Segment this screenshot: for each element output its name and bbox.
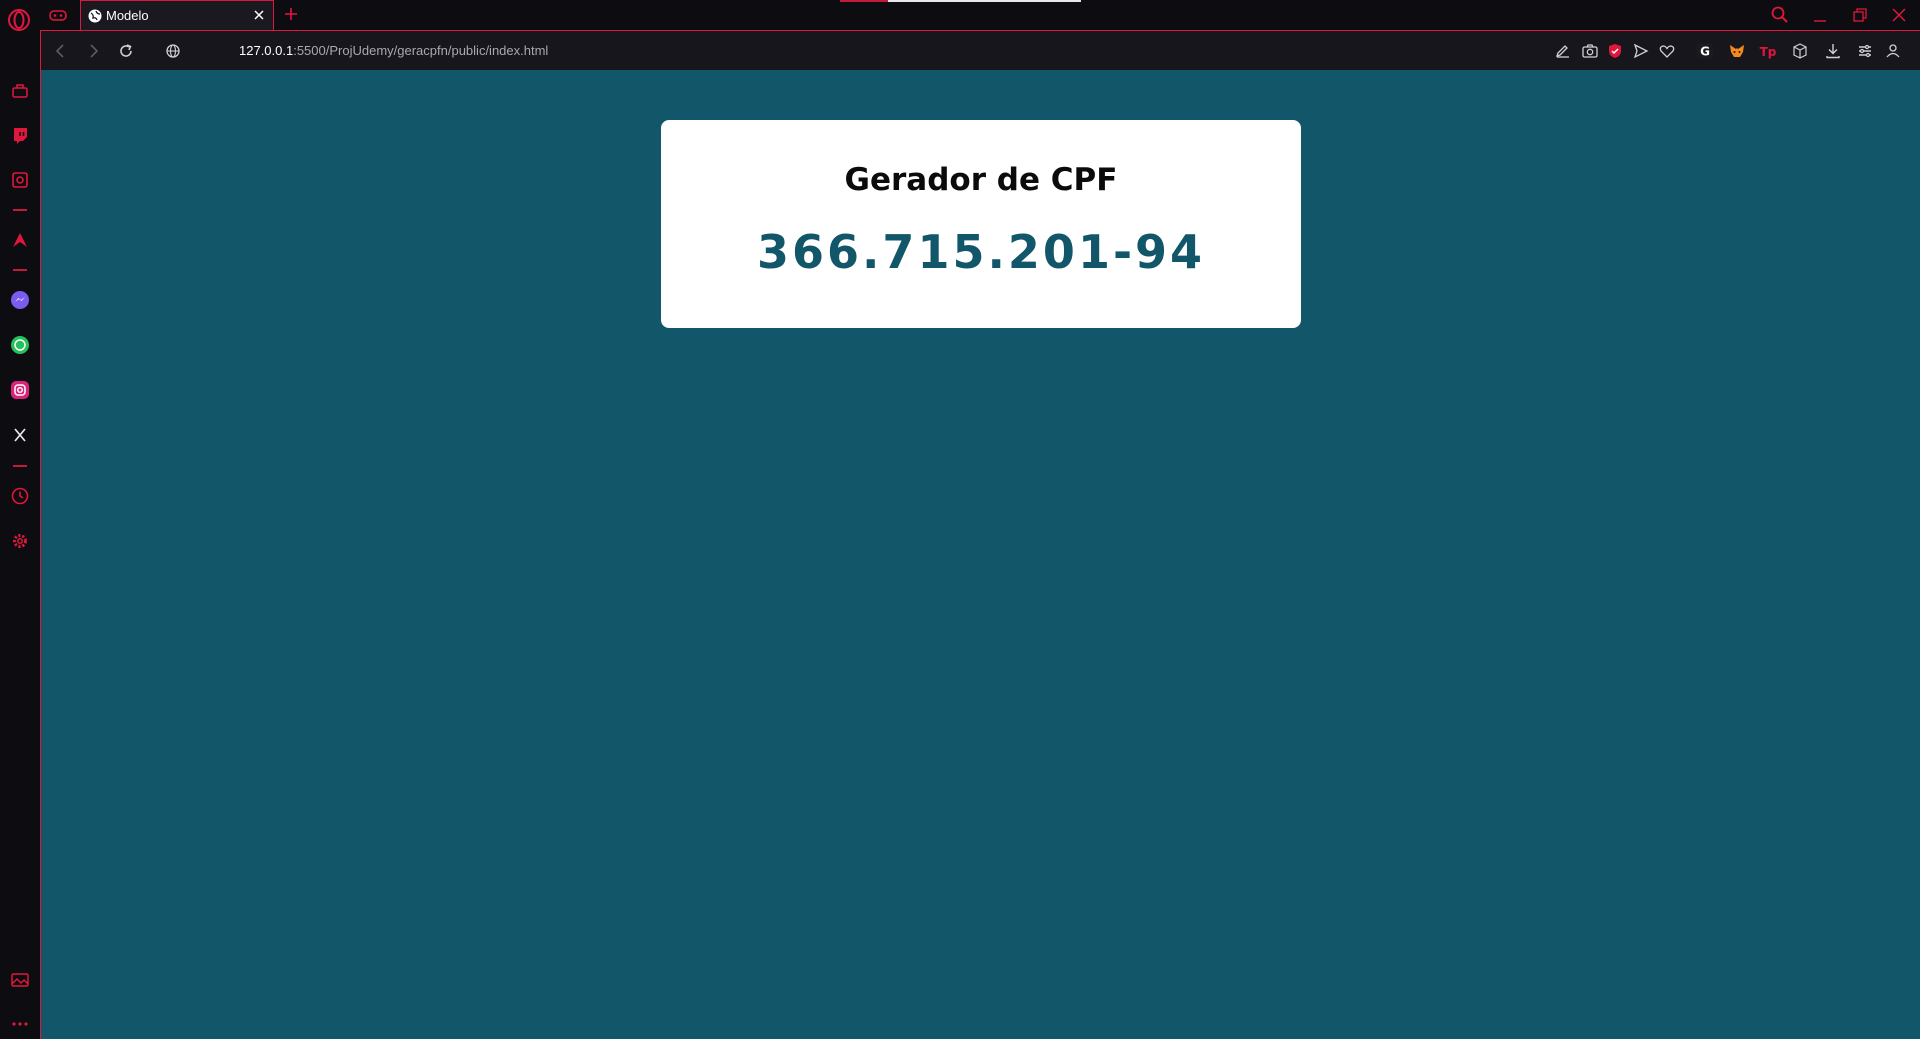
back-icon[interactable] [51, 41, 71, 61]
whatsapp-icon[interactable] [9, 334, 31, 356]
sidebar [0, 70, 40, 1039]
reload-icon[interactable] [116, 41, 136, 61]
sidebar-separator [13, 269, 27, 271]
easy-setup-icon[interactable] [1855, 41, 1875, 61]
twitch-icon[interactable] [9, 124, 31, 146]
forward-icon[interactable] [83, 41, 103, 61]
settings-icon[interactable] [9, 530, 31, 552]
edit-icon[interactable] [1553, 41, 1573, 61]
cpf-card: Gerador de CPF 366.715.201-94 [661, 120, 1301, 328]
tab-modelo[interactable]: Modelo [80, 0, 274, 30]
gamepad-icon[interactable] [48, 6, 68, 24]
gallery-icon[interactable] [9, 969, 31, 991]
restore-icon[interactable] [1845, 2, 1875, 28]
tab-title: Modelo [106, 8, 149, 23]
progress-bar [888, 0, 1081, 2]
history-icon[interactable] [9, 485, 31, 507]
heart-icon[interactable] [1657, 41, 1677, 61]
more-icon[interactable] [9, 1013, 31, 1035]
sidebar-separator [13, 209, 27, 211]
plus-icon[interactable] [282, 5, 300, 23]
x-icon[interactable] [9, 424, 31, 446]
minimize-icon[interactable] [1805, 2, 1835, 28]
vpn-shield-icon[interactable] [1605, 41, 1625, 61]
address-bar[interactable]: 127.0.0.1:5500/ProjUdemy/geracpfn/public… [239, 43, 548, 58]
cpf-value: 366.715.201-94 [756, 225, 1206, 279]
page-title: Gerador de CPF [844, 162, 1118, 198]
page-viewport: Gerador de CPF 366.715.201-94 [41, 70, 1920, 1039]
search-tabs-icon[interactable] [1765, 2, 1795, 28]
opera-logo-icon[interactable] [7, 8, 31, 32]
aria-icon[interactable] [9, 229, 31, 251]
camera-icon[interactable] [1580, 41, 1600, 61]
site-info-icon[interactable] [163, 41, 183, 61]
grammarly-icon[interactable]: G [1695, 41, 1715, 61]
progress-bar-accent [840, 0, 888, 2]
metamask-icon[interactable] [1727, 41, 1747, 61]
tp-icon[interactable]: Tp [1758, 41, 1778, 61]
url-path: :5500/ProjUdemy/geracpfn/public/index.ht… [293, 43, 549, 58]
profile-icon[interactable] [1883, 41, 1903, 61]
tab-strip: Modelo [0, 0, 1920, 32]
send-icon[interactable] [1631, 41, 1651, 61]
svg-text:Tp: Tp [1760, 45, 1777, 59]
sidebar-separator [13, 465, 27, 467]
address-toolbar: 127.0.0.1:5500/ProjUdemy/geracpfn/public… [40, 30, 1920, 70]
svg-text:G: G [1700, 45, 1710, 59]
url-host: 127.0.0.1 [239, 43, 294, 58]
close-window-icon[interactable] [1884, 2, 1914, 28]
messenger-icon[interactable] [9, 289, 31, 311]
workspaces-icon[interactable] [9, 80, 31, 102]
instagram-icon[interactable] [9, 379, 31, 401]
close-icon[interactable] [251, 7, 267, 23]
globe-icon [88, 9, 102, 23]
cube-icon[interactable] [1790, 41, 1810, 61]
download-icon[interactable] [1823, 41, 1843, 61]
player-icon[interactable] [9, 169, 31, 191]
